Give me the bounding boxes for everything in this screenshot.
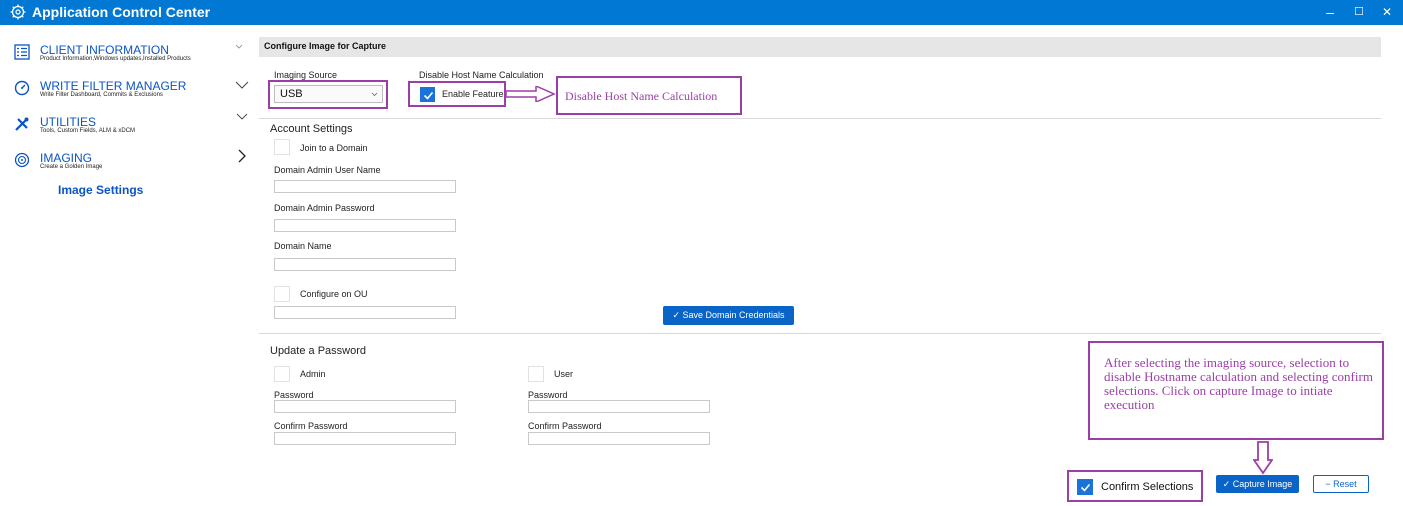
domain-admin-password-label: Domain Admin Password [274, 203, 375, 213]
configure-ou-label: Configure on OU [300, 289, 368, 299]
chevron-down-icon[interactable] [235, 79, 249, 91]
domain-admin-user-label: Domain Admin User Name [274, 165, 381, 175]
sidebar-item-write-filter-manager[interactable]: WRITE FILTER MANAGER Write Filter Dashbo… [14, 79, 249, 101]
domain-admin-password-input[interactable] [274, 219, 456, 232]
sidebar-item-title: UTILITIES [40, 115, 97, 129]
host-name-label: Disable Host Name Calculation [419, 70, 544, 80]
annotation-host-name-text: Disable Host Name Calculation [565, 89, 718, 103]
admin-confirm-password-label: Confirm Password [274, 421, 348, 431]
gauge-icon [14, 80, 30, 96]
close-button[interactable]: ✕ [1379, 3, 1395, 21]
annotation-arrow-icon [506, 86, 556, 102]
sidebar-item-subtitle: Create a Golden Image [40, 164, 103, 170]
user-checkbox[interactable] [528, 366, 544, 382]
maximize-button[interactable]: ☐ [1351, 3, 1367, 21]
admin-password-input[interactable] [274, 400, 456, 413]
update-password-title: Update a Password [270, 345, 366, 357]
divider [259, 118, 1381, 119]
sidebar-item-subtitle: Product Information,Windows updates,Inst… [40, 56, 191, 62]
sidebar-item-title: IMAGING [40, 151, 93, 165]
sidebar-item-subtitle: Tools, Custom Fields, ALM & xDCM [40, 128, 136, 134]
client-info-icon [14, 44, 30, 60]
sidebar: CLIENT INFORMATION Product Information,W… [0, 25, 255, 506]
user-confirm-password-input[interactable] [528, 432, 710, 445]
user-confirm-password-label: Confirm Password [528, 421, 602, 431]
user-password-input[interactable] [528, 400, 710, 413]
account-settings-title: Account Settings [270, 123, 353, 135]
annotation-down-arrow-icon [1253, 441, 1273, 475]
reset-button[interactable]: − Reset [1313, 475, 1369, 493]
main-panel: Configure Image for Capture Imaging Sour… [259, 25, 1384, 506]
annotation-host-name-note: Disable Host Name Calculation [556, 76, 742, 115]
page-title: Configure Image for Capture [264, 41, 387, 51]
sidebar-item-title: CLIENT INFORMATION [40, 43, 169, 57]
sidebar-item-title: WRITE FILTER MANAGER [40, 79, 187, 93]
confirm-selections-checkbox[interactable] [1077, 479, 1093, 495]
disc-icon [14, 152, 30, 168]
sidebar-item-utilities[interactable]: UTILITIES Tools, Custom Fields, ALM & xD… [14, 113, 249, 137]
ou-input[interactable] [274, 306, 456, 319]
window-title: Application Control Center [32, 4, 211, 20]
minus-icon: − [1325, 479, 1331, 489]
divider [259, 333, 1381, 334]
chevron-down-icon[interactable] [235, 111, 249, 123]
imaging-source-label: Imaging Source [274, 70, 338, 80]
capture-image-button[interactable]: ✓ Capture Image [1216, 475, 1299, 493]
chevron-right-icon[interactable] [235, 149, 249, 163]
join-domain-checkbox[interactable] [274, 139, 290, 155]
sidebar-subitem-image-settings[interactable]: Image Settings [58, 183, 143, 197]
sidebar-item-imaging[interactable]: IMAGING Create a Golden Image [14, 149, 249, 173]
configure-ou-checkbox[interactable] [274, 286, 290, 302]
sidebar-item-client-information[interactable]: CLIENT INFORMATION Product Information,W… [14, 43, 249, 65]
annotation-box-imaging-source [268, 80, 388, 109]
domain-name-input[interactable] [274, 258, 456, 271]
user-label: User [554, 369, 574, 379]
section-header: Configure Image for Capture [259, 37, 1381, 57]
admin-checkbox[interactable] [274, 366, 290, 382]
annotation-box-enable-feature [408, 81, 506, 107]
join-domain-label: Join to a Domain [300, 143, 368, 153]
minimize-button[interactable]: – [1322, 3, 1338, 21]
title-bar: Application Control Center – ☐ ✕ [0, 0, 1403, 25]
chevron-down-icon[interactable] [234, 42, 244, 52]
admin-confirm-password-input[interactable] [274, 432, 456, 445]
admin-password-label: Password [274, 390, 314, 400]
checkmark-icon [1080, 483, 1091, 492]
sidebar-item-subtitle: Write Filter Dashboard, Commits & Exclus… [40, 92, 163, 98]
domain-name-label: Domain Name [274, 241, 332, 251]
reset-label: Reset [1333, 479, 1357, 489]
domain-admin-user-input[interactable] [274, 180, 456, 193]
annotation-instructions-text: After selecting the imaging source, sele… [1104, 355, 1373, 412]
tools-icon [15, 117, 29, 131]
annotation-instructions: After selecting the imaging source, sele… [1088, 341, 1384, 440]
save-domain-credentials-button[interactable]: ✓ Save Domain Credentials [663, 306, 794, 325]
confirm-selections-label: Confirm Selections [1101, 481, 1194, 493]
admin-label: Admin [300, 369, 326, 379]
user-password-label: Password [528, 390, 568, 400]
gear-app-icon [10, 4, 26, 20]
